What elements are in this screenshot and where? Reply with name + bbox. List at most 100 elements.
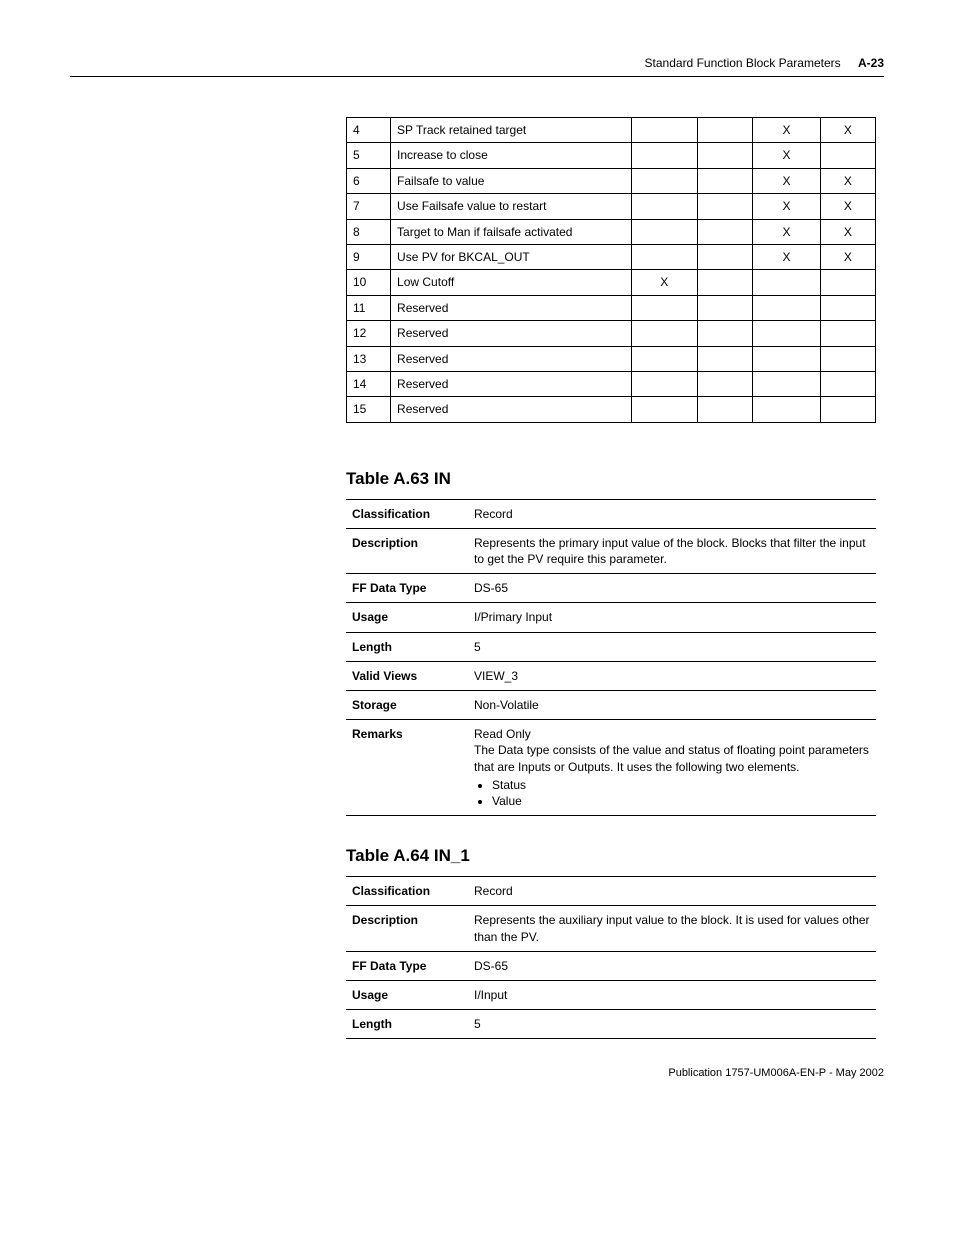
cell-desc: Reserved [391,371,632,396]
remarks-line2: The Data type consists of the value and … [474,742,870,774]
footer-text: Publication 1757-UM006A-EN-P - May 2002 [668,1067,884,1079]
table-row: FF Data Type DS-65 [346,951,876,980]
table-row: Classification Record [346,499,876,528]
table-row: 14 Reserved [347,371,876,396]
cell-c5: X [753,143,820,168]
value-ff-data-type: DS-65 [468,951,876,980]
cell-idx: 9 [347,244,391,269]
table-row: FF Data Type DS-65 [346,574,876,603]
value-ff-data-type: DS-65 [468,574,876,603]
table-row: 5 Increase to close X [347,143,876,168]
cell-c5 [753,346,820,371]
cell-c5 [753,321,820,346]
cell-desc: Reserved [391,397,632,422]
list-item: Status [492,777,870,793]
label-valid-views: Valid Views [346,661,468,690]
table-row: 11 Reserved [347,295,876,320]
cell-idx: 5 [347,143,391,168]
page-header: Standard Function Block Parameters A-23 [70,56,884,70]
cell-idx: 14 [347,371,391,396]
table-a63-title: Table A.63 IN [346,469,876,489]
value-valid-views: VIEW_3 [468,661,876,690]
cell-idx: 7 [347,194,391,219]
cell-c3 [631,143,697,168]
table-row: Usage I/Input [346,980,876,1009]
table-a63: Classification Record Description Repres… [346,499,876,816]
table-row: 13 Reserved [347,346,876,371]
value-description: Represents the primary input value of th… [468,528,876,573]
cell-desc: Reserved [391,346,632,371]
cell-idx: 12 [347,321,391,346]
remarks-bullets: Status Value [492,777,870,809]
cell-c3 [631,397,697,422]
cell-c4 [697,270,753,295]
cell-c6 [820,295,875,320]
cell-c4 [697,371,753,396]
table-row: Description Represents the primary input… [346,528,876,573]
cell-c4 [697,118,753,143]
table-row: Length 5 [346,632,876,661]
cell-c6 [820,321,875,346]
cell-c3 [631,244,697,269]
content-area: 4 SP Track retained target X X 5 Increas… [346,117,876,1039]
table-row: 9 Use PV for BKCAL_OUT X X [347,244,876,269]
label-description: Description [346,528,468,573]
cell-c3 [631,219,697,244]
table-row: 6 Failsafe to value X X [347,168,876,193]
cell-c4 [697,143,753,168]
label-classification: Classification [346,877,468,906]
table-row: 10 Low Cutoff X [347,270,876,295]
cell-c5 [753,397,820,422]
cell-c6: X [820,168,875,193]
cell-c4 [697,346,753,371]
table-row: 7 Use Failsafe value to restart X X [347,194,876,219]
cell-c5: X [753,219,820,244]
cell-c6 [820,346,875,371]
label-ff-data-type: FF Data Type [346,951,468,980]
value-storage: Non-Volatile [468,691,876,720]
cell-desc: Reserved [391,321,632,346]
cell-c4 [697,295,753,320]
label-storage: Storage [346,691,468,720]
footer: Publication 1757-UM006A-EN-P - May 2002 [668,1067,884,1079]
cell-c6: X [820,194,875,219]
cell-c5 [753,371,820,396]
table-row: Length 5 [346,1010,876,1039]
cell-c3 [631,346,697,371]
cell-idx: 11 [347,295,391,320]
header-rule [70,76,884,77]
cell-c4 [697,244,753,269]
cell-desc: Increase to close [391,143,632,168]
cell-c3 [631,168,697,193]
cell-c3 [631,194,697,219]
value-classification: Record [468,877,876,906]
cell-c6 [820,371,875,396]
cell-c4 [697,219,753,244]
cell-c3 [631,371,697,396]
cell-idx: 10 [347,270,391,295]
cell-idx: 13 [347,346,391,371]
header-page-number: A-23 [858,56,884,70]
cell-idx: 6 [347,168,391,193]
cell-c4 [697,194,753,219]
table-row: 15 Reserved [347,397,876,422]
cell-desc: Use PV for BKCAL_OUT [391,244,632,269]
table-row: 8 Target to Man if failsafe activated X … [347,219,876,244]
cell-c3: X [631,270,697,295]
cell-desc: Low Cutoff [391,270,632,295]
label-remarks: Remarks [346,720,468,816]
value-usage: I/Primary Input [468,603,876,632]
table-row: Classification Record [346,877,876,906]
cell-c6 [820,270,875,295]
cell-idx: 8 [347,219,391,244]
cell-c6: X [820,118,875,143]
cell-c5 [753,295,820,320]
label-length: Length [346,1010,468,1039]
cell-idx: 15 [347,397,391,422]
cell-c4 [697,321,753,346]
table-a64-title: Table A.64 IN_1 [346,846,876,866]
remarks-line1: Read Only [474,726,870,742]
table-a64: Classification Record Description Repres… [346,876,876,1039]
cell-desc: Failsafe to value [391,168,632,193]
label-classification: Classification [346,499,468,528]
